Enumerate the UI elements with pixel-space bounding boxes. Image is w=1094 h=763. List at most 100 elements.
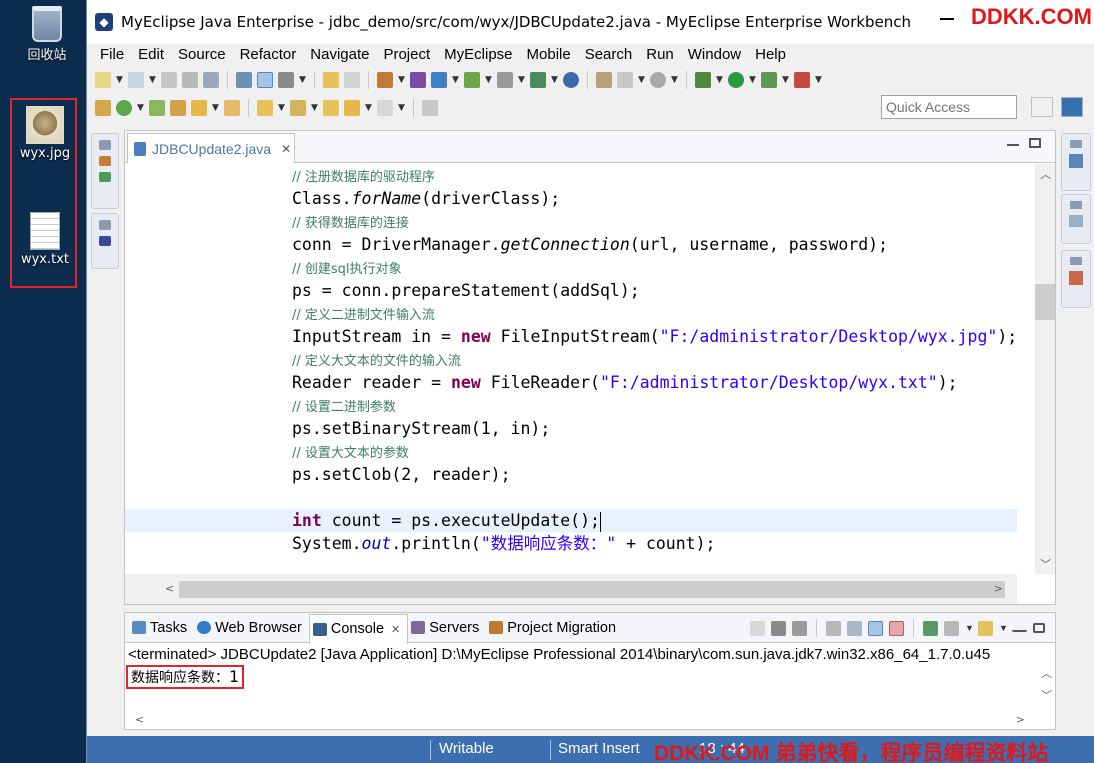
scroll-up-icon[interactable]: ︿ [1040, 166, 1051, 182]
dropdown-arrow-icon[interactable]: ▼ [137, 103, 144, 113]
menu-navigate[interactable]: Navigate [303, 44, 376, 66]
dropdown-arrow-icon[interactable]: ▼ [149, 75, 156, 85]
last-edit-icon[interactable] [323, 100, 339, 116]
code-line[interactable]: conn = DriverManager.getConnection(url, … [125, 233, 1017, 256]
scrollbar-thumb[interactable] [1035, 284, 1055, 320]
code-line[interactable]: ps.setBinaryStream(1, in); [125, 417, 1017, 440]
tab-tasks[interactable]: Tasks [129, 614, 194, 642]
code-line[interactable]: InputStream in = new FileInputStream("F:… [125, 325, 1017, 348]
dropdown-arrow-icon[interactable]: ▼ [716, 75, 723, 85]
dropdown-arrow-icon[interactable]: ▼ [212, 103, 219, 113]
new-project-icon[interactable] [128, 72, 144, 88]
maximize-editor-button[interactable] [1029, 138, 1041, 148]
pencil-icon[interactable] [191, 100, 207, 116]
scrollbar-thumb[interactable] [179, 581, 1005, 598]
new-icon[interactable] [95, 72, 111, 88]
tools-icon[interactable] [278, 72, 294, 88]
editor-tab-jdbcupdate2[interactable]: JDBCUpdate2.java ✕ [127, 133, 295, 163]
menu-run[interactable]: Run [639, 44, 681, 66]
hierarchy-icon[interactable] [99, 156, 111, 166]
menu-myeclipse[interactable]: MyEclipse [437, 44, 519, 66]
code-line[interactable]: // 创建sql执行对象 [125, 256, 1017, 279]
open-type-icon[interactable] [236, 72, 252, 88]
prev-annotation-icon[interactable] [323, 72, 339, 88]
show-stderr-icon[interactable] [889, 620, 904, 636]
back-icon[interactable] [344, 100, 360, 116]
save-icon[interactable] [161, 72, 177, 88]
menu-help[interactable]: Help [748, 44, 793, 66]
table-icon[interactable] [530, 72, 546, 88]
myeclipse-perspective-button[interactable] [1061, 97, 1083, 117]
dropdown-arrow-icon[interactable]: ▼ [551, 75, 558, 85]
remove-all-icon[interactable] [792, 620, 807, 636]
dropdown-arrow-icon[interactable]: ▼ [116, 75, 123, 85]
scroll-lock-icon[interactable] [847, 620, 862, 636]
tab-servers[interactable]: Servers [408, 614, 486, 642]
editor-horizontal-scrollbar[interactable]: < > [125, 574, 1017, 604]
close-icon[interactable]: ✕ [391, 623, 400, 636]
tab-project-migration[interactable]: Project Migration [486, 614, 623, 642]
recycle-bin-desktop-icon[interactable]: 回收站 [12, 6, 82, 63]
code-line[interactable]: Reader reader = new FileReader("F:/admin… [125, 371, 1017, 394]
restore-icon[interactable] [1070, 201, 1082, 209]
clear-console-icon[interactable] [826, 620, 841, 636]
scroll-left-icon[interactable]: < [165, 582, 174, 595]
code-line[interactable]: ps = conn.prepareStatement(addSql); [125, 279, 1017, 302]
menu-search[interactable]: Search [578, 44, 640, 66]
scroll-right-icon[interactable]: > [1016, 713, 1025, 726]
wizard-icon[interactable] [464, 72, 480, 88]
dropdown-arrow-icon[interactable]: ▼ [749, 75, 756, 85]
restore-icon[interactable] [1070, 257, 1082, 265]
dropdown-arrow-icon[interactable]: ▼ [782, 75, 789, 85]
dropdown-arrow-icon[interactable]: ▼ [452, 75, 459, 85]
search-icon[interactable] [497, 72, 513, 88]
code-line[interactable]: System.out.println("数据响应条数：" + count); [125, 532, 1017, 555]
minimize-editor-button[interactable] [1007, 138, 1019, 146]
dropdown-arrow-icon[interactable]: ▼ [815, 75, 822, 85]
code-line[interactable]: // 定义二进制文件输入流 [125, 302, 1017, 325]
code-line[interactable]: ps.setClob(2, reader); [125, 463, 1017, 486]
menu-edit[interactable]: Edit [131, 44, 171, 66]
forward-icon[interactable] [377, 100, 393, 116]
code-line[interactable]: // 设置二进制参数 [125, 394, 1017, 417]
terminate-icon[interactable] [750, 620, 765, 636]
current-code-line[interactable]: int count = ps.executeUpdate(); [125, 509, 1017, 532]
pin-editor-icon[interactable] [422, 100, 438, 116]
run-icon[interactable] [728, 72, 744, 88]
quick-access-input[interactable] [882, 96, 1016, 118]
dropdown-arrow-icon[interactable]: ▼ [999, 623, 1008, 633]
code-line[interactable]: // 获得数据库的连接 [125, 210, 1017, 233]
pin-console-icon[interactable] [923, 620, 938, 636]
server-icon[interactable] [431, 72, 447, 88]
save-all-icon[interactable] [182, 72, 198, 88]
open-console-icon[interactable] [978, 620, 993, 636]
dropdown-arrow-icon[interactable]: ▼ [398, 103, 405, 113]
restore-icon[interactable] [99, 140, 111, 150]
scroll-down-icon[interactable]: ﹀ [1040, 556, 1051, 572]
display-console-icon[interactable] [944, 620, 959, 636]
remove-launch-icon[interactable] [771, 620, 786, 636]
menu-window[interactable]: Window [681, 44, 748, 66]
external-tools-icon[interactable] [794, 72, 810, 88]
package-icon[interactable] [410, 72, 426, 88]
open-perspective-button[interactable] [1031, 97, 1053, 117]
dropdown-arrow-icon[interactable]: ▼ [638, 75, 645, 85]
copy-icon[interactable] [617, 72, 633, 88]
show-stdout-icon[interactable] [868, 620, 883, 636]
dropdown-arrow-icon[interactable]: ▼ [518, 75, 525, 85]
dropdown-arrow-icon[interactable]: ▼ [365, 103, 372, 113]
dropdown-arrow-icon[interactable]: ▼ [299, 75, 306, 85]
edit-icon[interactable] [596, 72, 612, 88]
scroll-left-icon[interactable]: < [135, 713, 144, 726]
console-horizontal-scrollbar[interactable]: < > [125, 711, 1035, 729]
settings-icon[interactable] [650, 72, 666, 88]
print-icon[interactable] [203, 72, 219, 88]
globe-icon[interactable] [563, 72, 579, 88]
debug-icon[interactable] [695, 72, 711, 88]
prev-edit-icon[interactable] [290, 100, 306, 116]
dropdown-arrow-icon[interactable]: ▼ [671, 75, 678, 85]
dropdown-arrow-icon[interactable]: ▼ [278, 103, 285, 113]
open-folder-icon[interactable] [149, 100, 165, 116]
folder-icon[interactable] [170, 100, 186, 116]
code-line[interactable]: // 定义大文本的文件的输入流 [125, 348, 1017, 371]
